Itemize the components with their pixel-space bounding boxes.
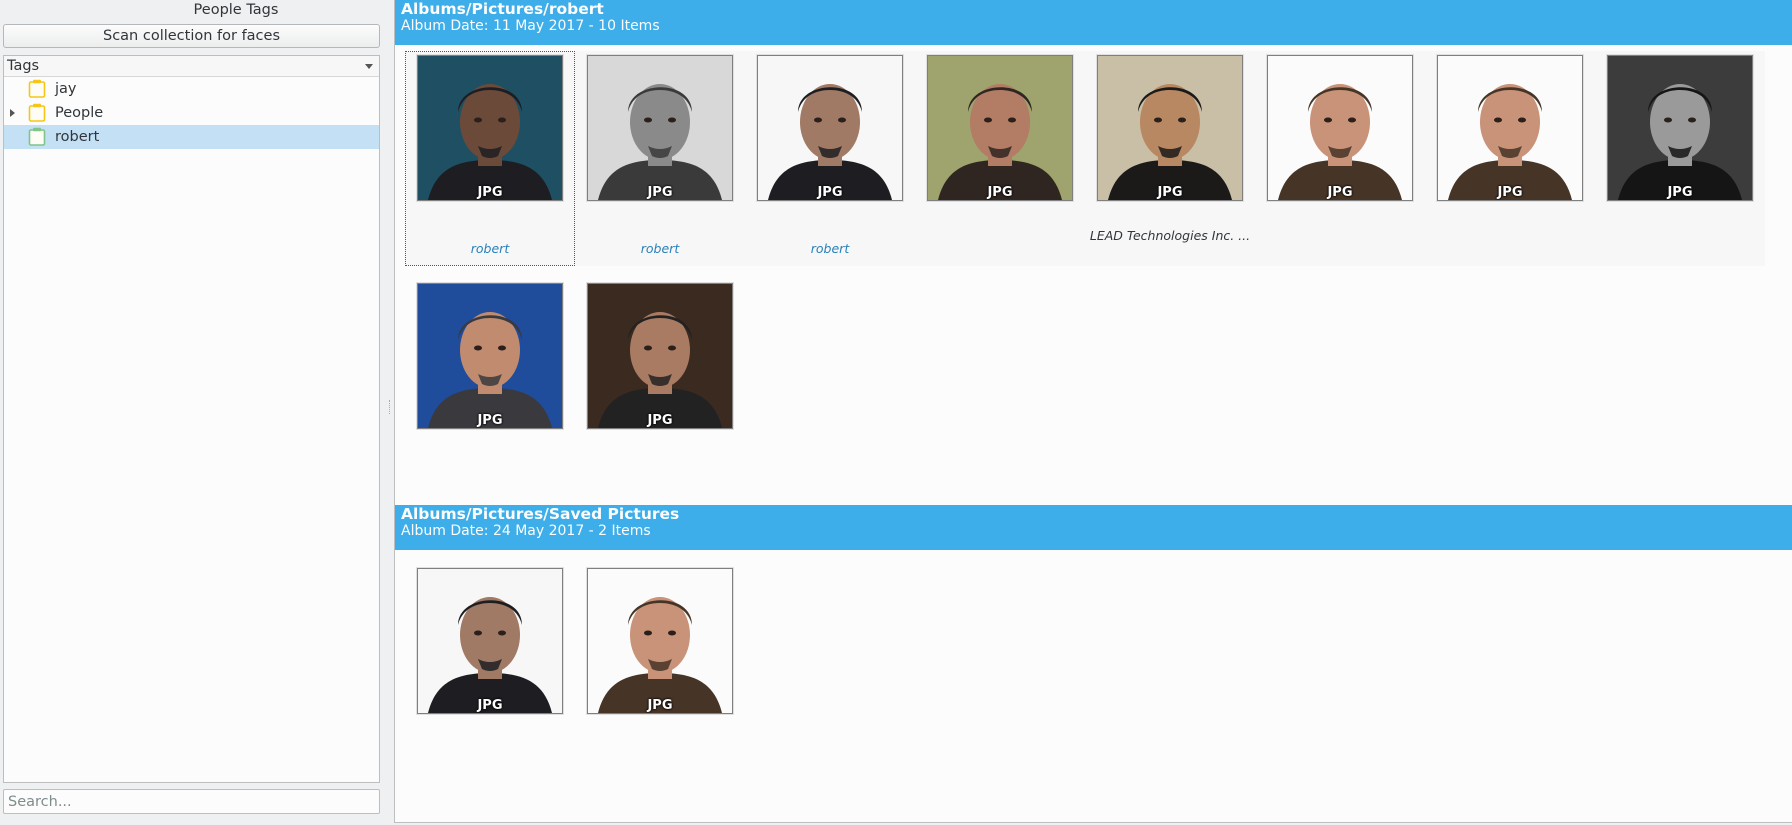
people-tags-panel: People Tags Scan collection for faces Ta…	[0, 0, 386, 825]
image-item[interactable]: JPG	[1425, 51, 1595, 266]
thumbnail-image[interactable]: JPG	[757, 55, 903, 201]
image-item[interactable]: JPG	[575, 564, 745, 779]
file-type-badge: JPG	[477, 185, 503, 200]
thumbnail-image[interactable]: JPG	[587, 568, 733, 714]
panel-splitter-handle[interactable]	[389, 400, 393, 414]
tag-folder-icon	[28, 127, 46, 146]
tree-header-label: Tags	[7, 58, 40, 74]
file-type-badge: JPG	[647, 413, 673, 428]
expand-arrow-icon[interactable]	[10, 109, 15, 117]
thumbnail-image[interactable]: JPG	[1437, 55, 1583, 201]
sort-arrow-icon[interactable]	[365, 64, 373, 69]
face-tag-label[interactable]: robert	[405, 241, 575, 256]
file-type-badge: JPG	[1667, 185, 1693, 200]
file-type-badge: JPG	[477, 698, 503, 713]
scan-faces-button[interactable]: Scan collection for faces	[3, 24, 380, 48]
image-item[interactable]: JPG	[1255, 51, 1425, 266]
album-title: Albums/Pictures/robert	[401, 0, 604, 18]
thumbnail-image[interactable]: JPG	[587, 283, 733, 429]
thumbnail-image[interactable]: JPG	[417, 568, 563, 714]
tag-item-label: People	[55, 105, 104, 121]
image-item[interactable]: JPG robert	[405, 51, 575, 266]
tree-header[interactable]: Tags	[4, 56, 379, 77]
thumbnail-image[interactable]: JPG	[587, 55, 733, 201]
thumbnail-image[interactable]: JPG	[1097, 55, 1243, 201]
album-title: Albums/Pictures/Saved Pictures	[401, 505, 680, 523]
image-item[interactable]: JPG robert	[745, 51, 915, 266]
face-tag-label[interactable]: robert	[745, 241, 915, 256]
thumbnail-image[interactable]: JPG	[417, 283, 563, 429]
album-subtitle: Album Date: 11 May 2017 - 10 Items	[401, 18, 660, 34]
album-view: Albums/Pictures/robert Album Date: 11 Ma…	[394, 0, 1792, 823]
file-type-badge: JPG	[817, 185, 843, 200]
tag-folder-icon	[28, 79, 46, 98]
face-tag-label[interactable]: robert	[575, 241, 745, 256]
album-header: Albums/Pictures/robert Album Date: 11 Ma…	[395, 0, 1792, 45]
album-header: Albums/Pictures/Saved Pictures Album Dat…	[395, 505, 1792, 550]
search-input[interactable]	[3, 789, 380, 814]
file-type-badge: JPG	[1157, 185, 1183, 200]
image-item[interactable]: JPG	[1595, 51, 1765, 266]
tag-item-people[interactable]: People	[4, 101, 379, 125]
tag-item-label: robert	[55, 129, 100, 145]
tag-item-label: jay	[55, 81, 77, 97]
file-type-badge: JPG	[477, 413, 503, 428]
tag-list: jay People robert	[4, 77, 379, 149]
image-item[interactable]: JPG	[575, 279, 745, 494]
image-item[interactable]: JPG LEAD Technologies Inc. ...	[1085, 51, 1255, 266]
file-type-badge: JPG	[987, 185, 1013, 200]
album-subtitle: Album Date: 24 May 2017 - 2 Items	[401, 523, 651, 539]
file-type-badge: JPG	[647, 185, 673, 200]
file-type-badge: JPG	[1327, 185, 1353, 200]
image-item[interactable]: JPG	[915, 51, 1085, 266]
thumbnail-image[interactable]: JPG	[417, 55, 563, 201]
thumbnail-image[interactable]: JPG	[927, 55, 1073, 201]
tag-item-jay[interactable]: jay	[4, 77, 379, 101]
file-type-badge: JPG	[1497, 185, 1523, 200]
copyright-note: LEAD Technologies Inc. ...	[1089, 228, 1251, 243]
file-type-badge: JPG	[647, 698, 673, 713]
tag-tree[interactable]: Tags jay People robert	[3, 55, 380, 783]
thumbnail-image[interactable]: JPG	[1267, 55, 1413, 201]
image-item[interactable]: JPG	[405, 564, 575, 779]
thumbnail-image[interactable]: JPG	[1607, 55, 1753, 201]
tag-folder-icon	[28, 103, 46, 122]
image-item[interactable]: JPG	[405, 279, 575, 494]
tag-item-robert[interactable]: robert	[4, 125, 379, 149]
image-item[interactable]: JPG robert	[575, 51, 745, 266]
